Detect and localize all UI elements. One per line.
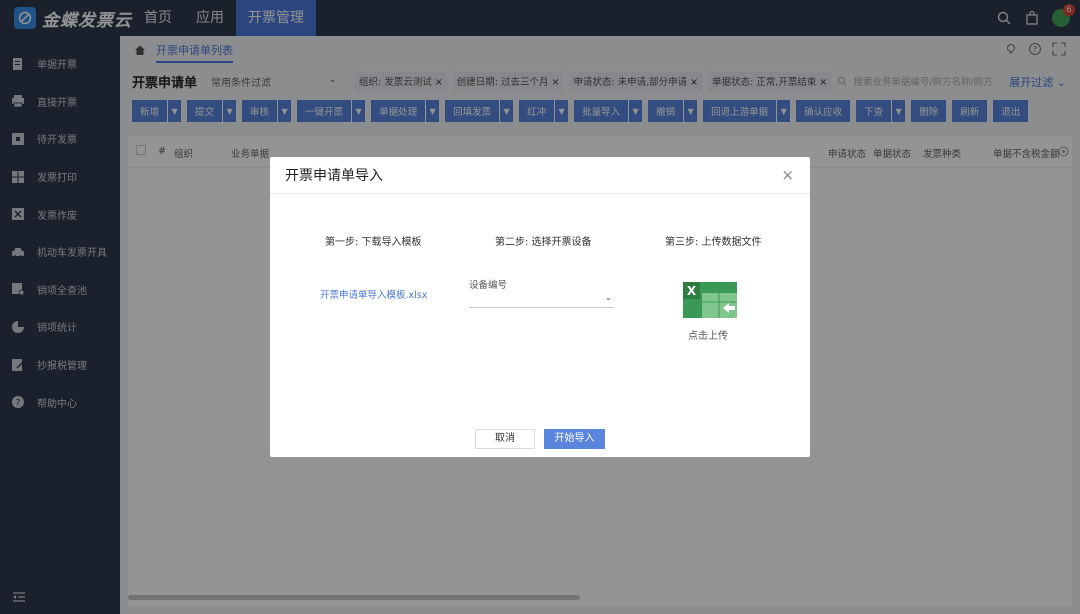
dialog-header: 开票申请单导入 × <box>270 157 810 194</box>
cancel-button[interactable]: 取消 <box>475 429 535 449</box>
excel-upload-icon[interactable]: X <box>681 281 739 319</box>
device-number-select[interactable]: ⌄ <box>469 292 614 308</box>
step-1-label: 第一步: 下载导入模板 <box>325 237 422 248</box>
chevron-down-icon: ⌄ <box>604 293 612 303</box>
svg-text:X: X <box>687 284 697 298</box>
download-template-link[interactable]: 开票申请单导入模板.xlsx <box>320 287 427 301</box>
upload-label[interactable]: 点击上传 <box>688 327 728 342</box>
import-dialog: 开票申请单导入 × 第一步: 下载导入模板 第二步: 选择开票设备 第三步: 上… <box>270 157 810 457</box>
dialog-title: 开票申请单导入 <box>285 168 383 184</box>
step-2-label: 第二步: 选择开票设备 <box>495 237 592 248</box>
close-icon[interactable]: × <box>781 167 794 183</box>
start-import-button[interactable]: 开始导入 <box>544 429 605 449</box>
step-3-label: 第三步: 上传数据文件 <box>665 237 762 248</box>
device-number-label: 设备编号 <box>469 280 508 291</box>
